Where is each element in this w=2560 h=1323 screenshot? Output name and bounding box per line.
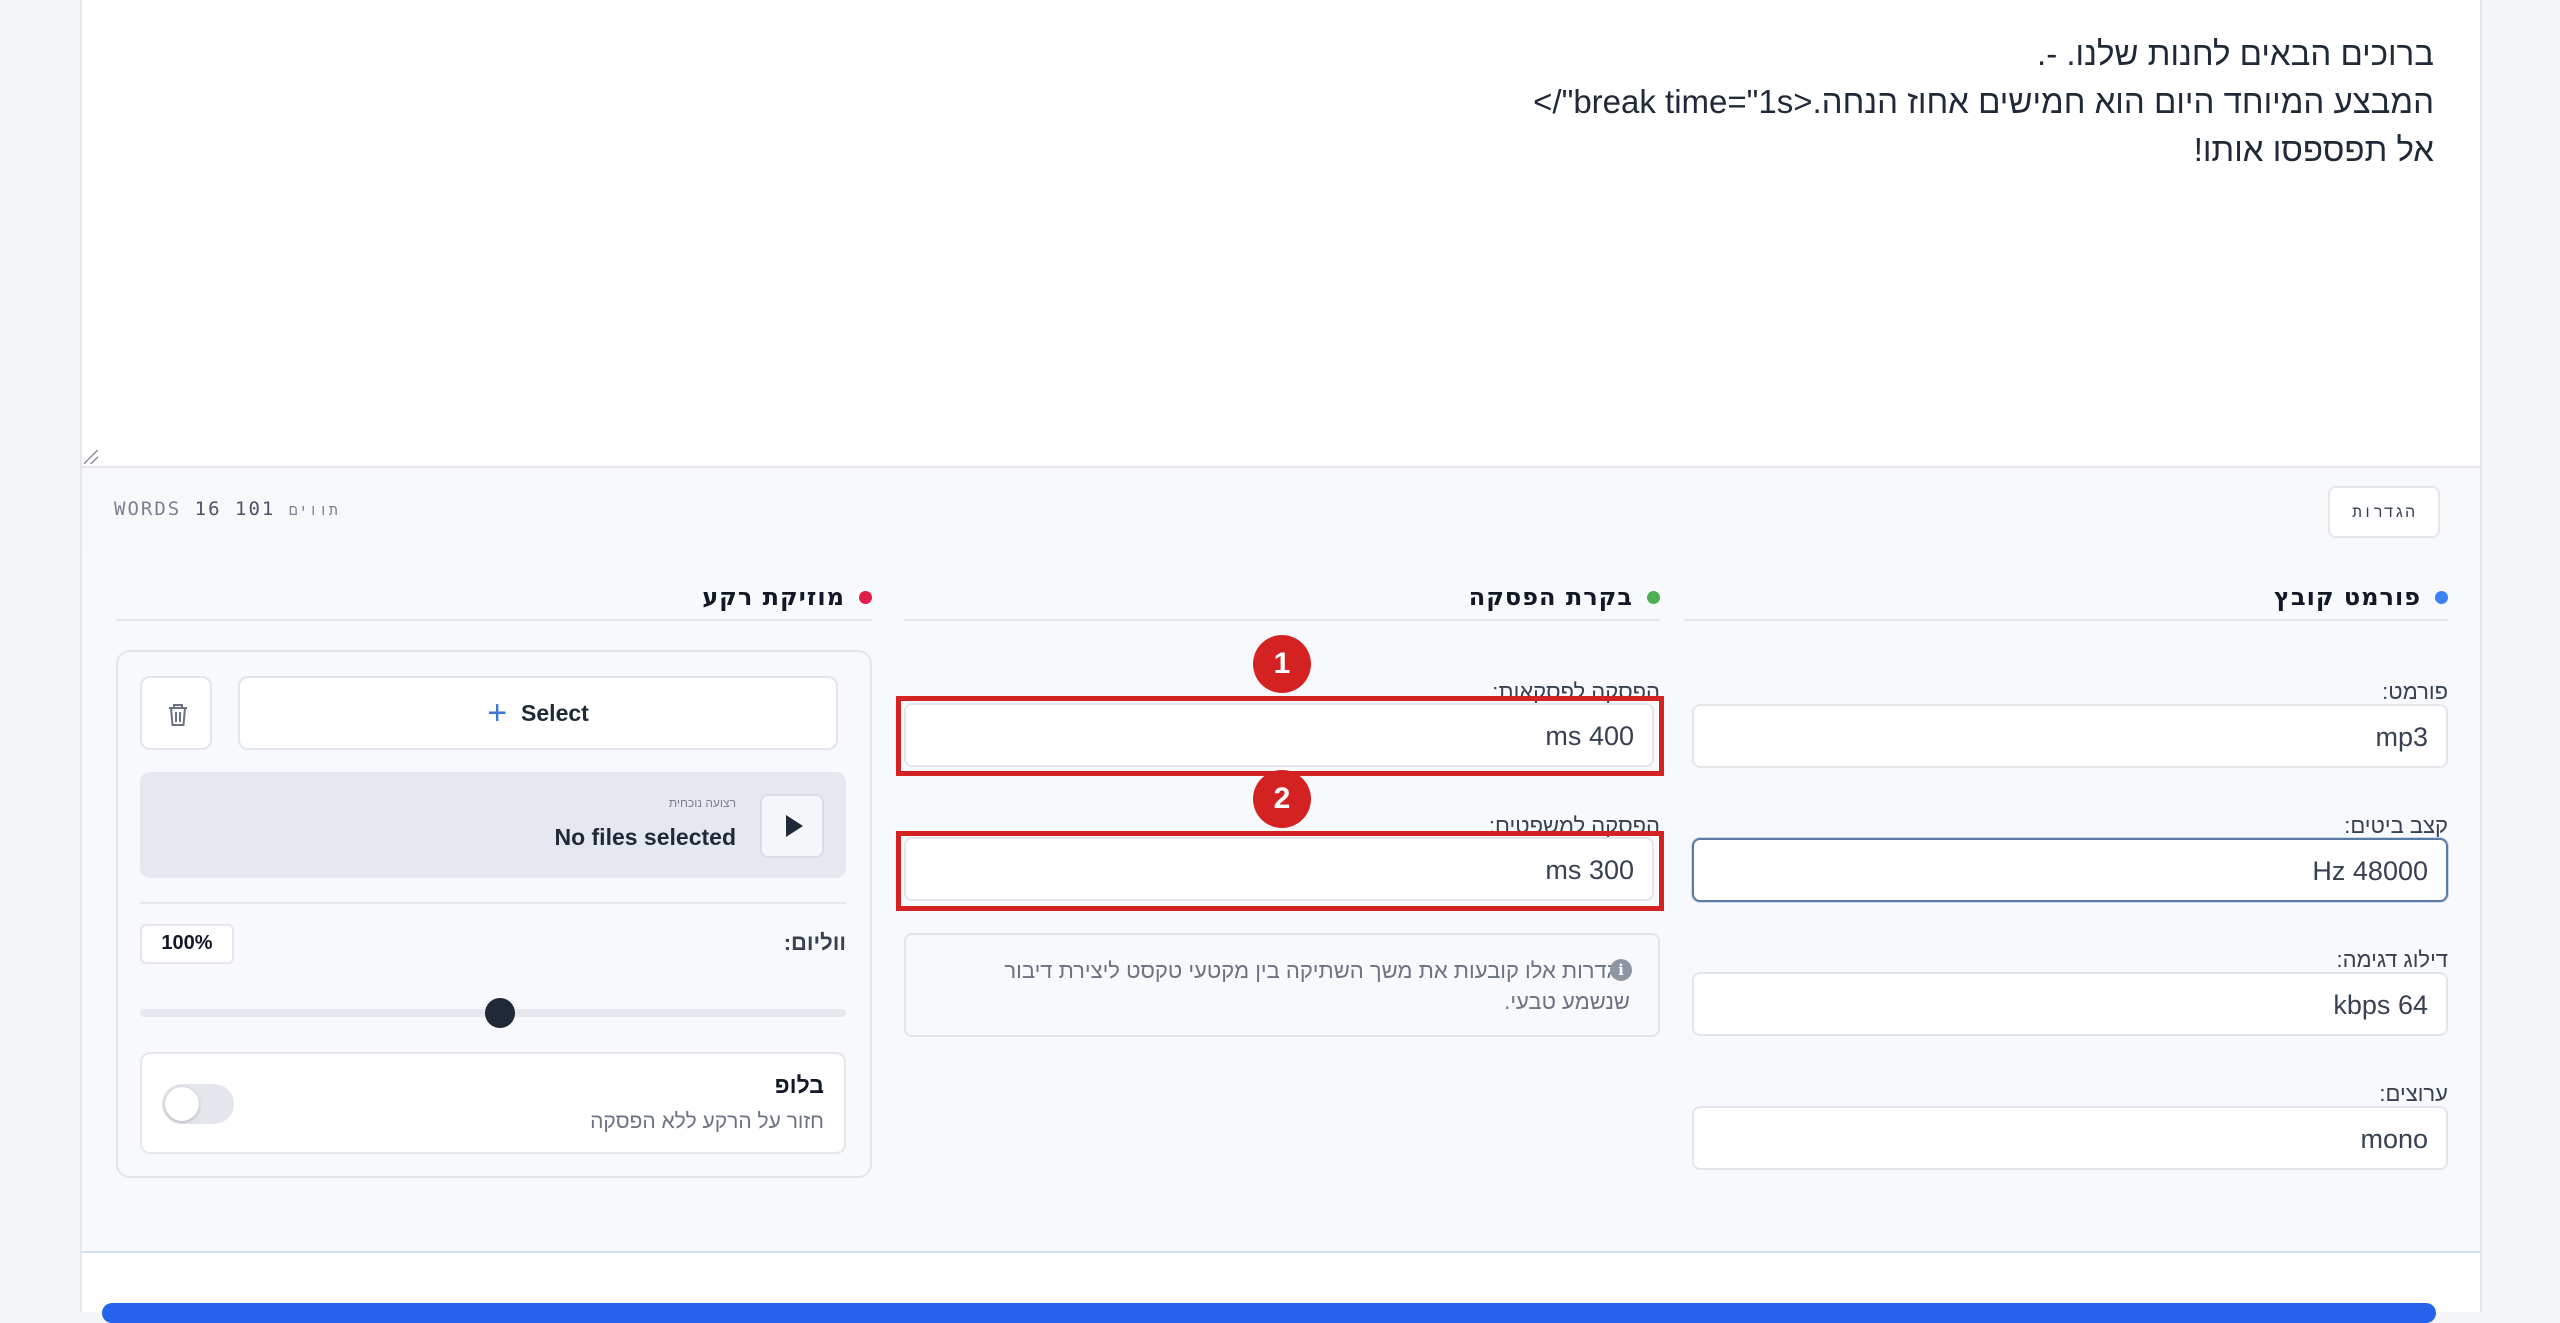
volume-value: 100% <box>140 924 234 964</box>
loop-title: בלופ <box>774 1072 824 1098</box>
format-column: פורמט קובץ פורמט: mp3 קצב ביטים: 48000 H… <box>1684 575 2448 1215</box>
loop-subtitle: חזור על הרקע ללא הפסקה <box>590 1110 824 1133</box>
editor-line-3: אל תפספסו אותו! <box>2193 131 2434 168</box>
format-section-title: פורמט קובץ <box>2274 583 2421 611</box>
format-label: פורמט: <box>2382 679 2448 704</box>
info-icon: i <box>1610 959 1632 981</box>
words-label: WORDS <box>114 498 182 520</box>
plus-icon: + <box>487 694 508 732</box>
editor-toolbar: WORDS 16 תווים 101 הגדרות <box>82 466 2480 554</box>
channels-label: ערוצים: <box>2379 1081 2448 1106</box>
select-track-button[interactable]: + Select <box>238 676 838 750</box>
play-icon[interactable] <box>760 794 824 858</box>
pause-info-text: הגדרות אלו קובעות את משך השתיקה בין מקטע… <box>1004 958 1630 1014</box>
annotation-badge-1: 1 <box>1253 635 1311 693</box>
current-track-box: רצועה נוכחית No files selected <box>140 772 846 878</box>
channels-select[interactable]: mono <box>1692 1106 2448 1170</box>
editor-content[interactable]: ברוכים הבאים לחנות שלנו. -. המבצע המיוחד… <box>1533 30 2434 174</box>
annotation-badge-2: 2 <box>1253 770 1311 828</box>
music-card: + Select רצועה נוכחית No files selected … <box>116 650 872 1178</box>
chars-count: 101 <box>235 498 276 520</box>
trash-icon <box>169 704 187 726</box>
main-sheet: ברוכים הבאים לחנות שלנו. -. המבצע המיוחד… <box>80 0 2482 1323</box>
loop-toggle[interactable] <box>162 1084 234 1124</box>
highlight-box-1 <box>896 696 1664 776</box>
settings-panel: פורמט קובץ פורמט: mp3 קצב ביטים: 48000 H… <box>82 551 2480 1253</box>
sample-rate-label: קצב ביטים: <box>2344 813 2448 838</box>
current-track-caption: רצועה נוכחית <box>668 796 736 810</box>
generate-button[interactable] <box>102 1303 2436 1323</box>
pause-column: בקרת הפסקה 1 הפסקה לפסקאות: 400 ms 2 הפס… <box>896 575 1664 1215</box>
music-section-header: מוזיקת רקע <box>116 575 872 621</box>
delete-track-button[interactable] <box>140 676 212 750</box>
current-track-name: No files selected <box>554 824 736 850</box>
settings-button[interactable]: הגדרות <box>2328 486 2440 538</box>
divider <box>140 902 846 904</box>
pause-info-note: הגדרות אלו קובעות את משך השתיקה בין מקטע… <box>904 933 1660 1037</box>
chars-label: תווים <box>288 501 339 519</box>
loop-card: בלופ חזור על הרקע ללא הפסקה <box>140 1052 846 1154</box>
volume-label: ווליום: <box>783 930 846 955</box>
format-section-header: פורמט קובץ <box>1684 575 2448 621</box>
editor-line-2: המבצע המיוחד היום הוא חמישים אחוז הנחה.<… <box>1533 83 2434 120</box>
select-button-label: Select <box>521 699 589 726</box>
words-count: 16 <box>194 498 222 520</box>
bitrate-label: דילוג דגימה: <box>2336 947 2448 972</box>
sample-rate-select[interactable]: 48000 Hz <box>1692 838 2448 902</box>
pause-section-header: בקרת הפסקה <box>904 575 1660 621</box>
pause-section-title: בקרת הפסקה <box>1468 583 1633 611</box>
text-editor[interactable]: ברוכים הבאים לחנות שלנו. -. המבצע המיוחד… <box>82 0 2480 466</box>
pause-dot-icon <box>1647 590 1660 604</box>
music-dot-icon <box>859 590 872 604</box>
resize-handle-icon[interactable] <box>84 450 98 464</box>
editor-line-1: ברוכים הבאים לחנות שלנו. -. <box>2037 35 2434 72</box>
bitrate-select[interactable]: 64 kbps <box>1692 972 2448 1036</box>
highlight-box-2 <box>896 831 1664 911</box>
format-select[interactable]: mp3 <box>1692 704 2448 768</box>
volume-slider-thumb[interactable] <box>485 998 516 1028</box>
music-section-title: מוזיקת רקע <box>702 583 845 611</box>
text-counter: WORDS 16 תווים 101 <box>114 498 339 520</box>
format-dot-icon <box>2435 590 2448 604</box>
